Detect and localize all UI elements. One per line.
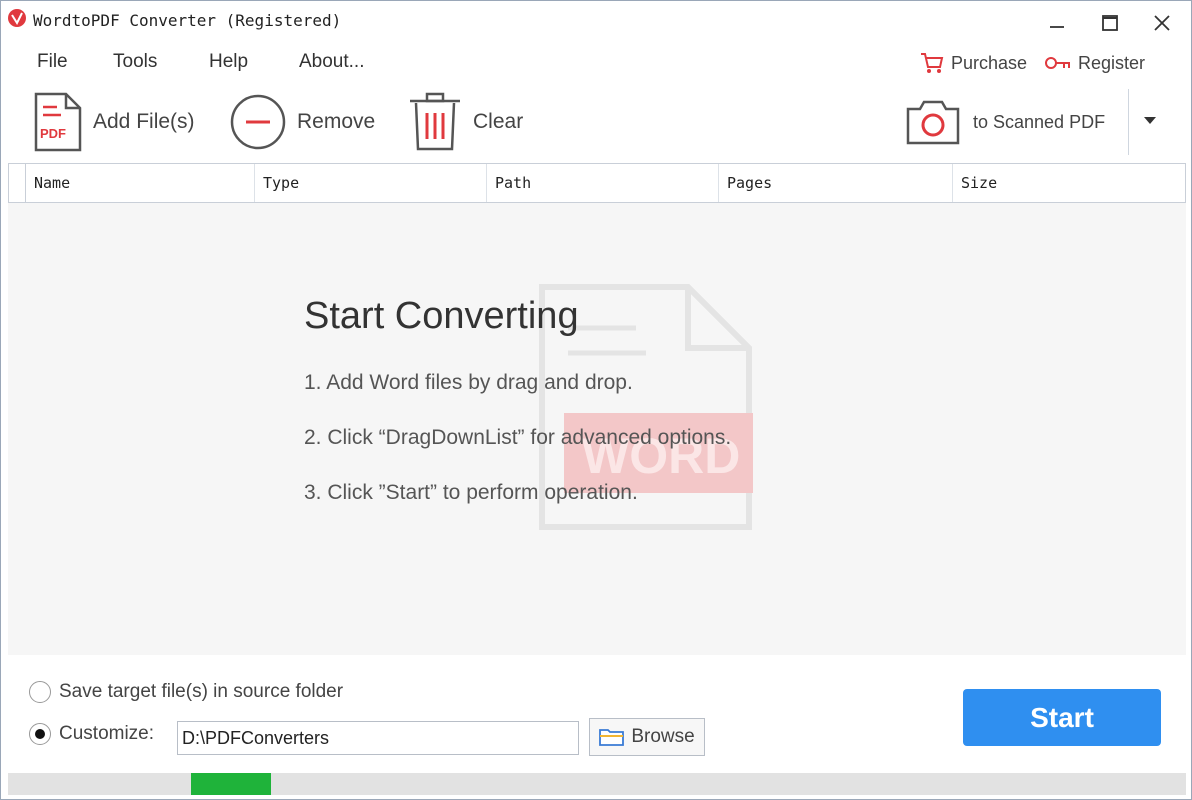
dropdown-arrow-icon[interactable]: [1141, 111, 1159, 129]
minimize-icon: [1050, 26, 1064, 28]
pdf-icon-text: PDF: [40, 126, 66, 141]
guide-step-2: 2. Click “DragDownList” for advanced opt…: [304, 426, 732, 449]
save-in-source-label: Save target file(s) in source folder: [59, 681, 344, 702]
column-name[interactable]: Name: [26, 164, 254, 202]
purchase-link[interactable]: Purchase: [919, 49, 1027, 77]
browse-button[interactable]: Browse: [589, 718, 705, 756]
close-icon: [1154, 15, 1170, 31]
maximize-icon: [1102, 15, 1118, 31]
progress-bar: [8, 773, 1186, 795]
trash-icon: [410, 92, 460, 151]
close-button[interactable]: [1146, 9, 1178, 37]
menu-tools[interactable]: Tools: [113, 51, 157, 73]
column-path[interactable]: Path: [486, 164, 718, 202]
column-size[interactable]: Size: [952, 164, 1185, 202]
remove-label: Remove: [297, 110, 376, 133]
guide-title: Start Converting: [304, 295, 579, 337]
to-scanned-pdf-label: to Scanned PDF: [973, 111, 1106, 132]
app-window: WordtoPDF Converter (Registered) File To…: [0, 0, 1192, 800]
minimize-button[interactable]: [1041, 9, 1073, 37]
menu-help[interactable]: Help: [209, 51, 248, 73]
guide-step-3: 3. Click ”Start” to perform operation.: [304, 481, 638, 504]
start-guide: Start Converting 1. Add Word files by dr…: [304, 295, 731, 504]
select-all-column[interactable]: [9, 164, 26, 202]
menu-bar: File Tools Help About...: [1, 45, 701, 81]
camera-icon: [906, 100, 960, 145]
file-drop-area[interactable]: WORD Start Converting 1. Add Word files …: [8, 203, 1186, 655]
folder-icon: [599, 729, 625, 746]
start-button[interactable]: Start: [963, 689, 1161, 746]
key-icon: [1045, 57, 1070, 69]
toolbar: PDF Add File(s) Remove Clear to Scanned …: [1, 87, 1191, 161]
progress-bar-fill: [191, 773, 271, 795]
cart-icon: [921, 53, 944, 73]
register-link[interactable]: Register: [1044, 49, 1145, 77]
to-scanned-pdf-button[interactable]: to Scanned PDF: [905, 87, 1105, 157]
maximize-button[interactable]: [1094, 9, 1126, 37]
register-label: Register: [1078, 52, 1146, 73]
customize-radio[interactable]: [29, 723, 51, 745]
save-in-source-option[interactable]: Save target file(s) in source folder: [29, 681, 343, 703]
add-files-button[interactable]: PDF Add File(s): [33, 87, 195, 157]
output-settings: Save target file(s) in source folder Cus…: [1, 657, 1191, 799]
add-files-label: Add File(s): [93, 110, 195, 133]
clear-label: Clear: [473, 110, 524, 133]
customize-option[interactable]: Customize:: [29, 723, 154, 745]
clear-button[interactable]: Clear: [407, 87, 523, 157]
guide-step-1: 1. Add Word files by drag and drop.: [304, 371, 633, 394]
customize-label: Customize:: [59, 723, 155, 744]
file-list-header: Name Type Path Pages Size: [8, 163, 1186, 203]
output-path-input[interactable]: D:\PDFConverters: [177, 721, 579, 755]
app-logo-icon: [8, 9, 26, 27]
remove-circle-icon: [230, 94, 286, 150]
menu-about[interactable]: About...: [299, 51, 365, 73]
column-type[interactable]: Type: [254, 164, 486, 202]
pdf-file-icon: PDF: [34, 92, 82, 152]
purchase-label: Purchase: [951, 52, 1028, 73]
save-in-source-radio[interactable]: [29, 681, 51, 703]
menu-file[interactable]: File: [37, 51, 68, 73]
remove-button[interactable]: Remove: [229, 87, 375, 157]
browse-label: Browse: [631, 726, 695, 747]
window-title: WordtoPDF Converter (Registered): [33, 11, 342, 30]
title-bar: WordtoPDF Converter (Registered): [1, 1, 1191, 43]
toolbar-separator: [1128, 89, 1129, 155]
column-pages[interactable]: Pages: [718, 164, 952, 202]
